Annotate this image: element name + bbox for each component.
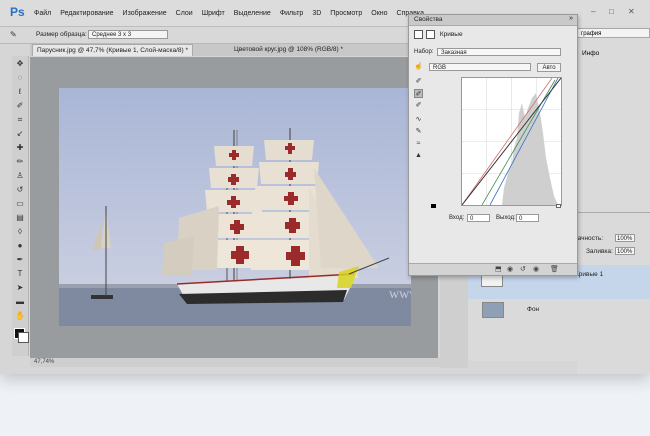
type-tool-icon[interactable]: T xyxy=(14,268,26,279)
curves-header: Кривые xyxy=(414,30,463,39)
input-field[interactable]: 0 xyxy=(467,214,490,222)
output-field[interactable]: 0 xyxy=(516,214,539,222)
fill-label: Заливка: xyxy=(586,248,613,255)
photoshop-window: Ps Файл Редактирование Изображение Слои … xyxy=(0,0,650,374)
hand-tool-icon[interactable]: ✋ xyxy=(14,310,26,321)
eyedropper-gray-icon[interactable]: ✐ xyxy=(414,101,423,110)
menu-filter[interactable]: Фильтр xyxy=(280,10,304,17)
crop-tool-icon[interactable]: ⌗ xyxy=(14,114,26,125)
menu-file[interactable]: Файл xyxy=(34,10,51,17)
background-color-swatch[interactable] xyxy=(18,332,29,343)
ship-photo[interactable]: www.photoshopsunduchok.ru xyxy=(59,88,411,326)
eyedropper-icon[interactable]: ✎ xyxy=(10,30,17,39)
trash-icon[interactable]: 🗑 xyxy=(550,265,559,273)
dodge-tool-icon[interactable]: ● xyxy=(14,240,26,251)
path-select-icon[interactable]: ➤ xyxy=(14,282,26,293)
close-icon[interactable]: ✕ xyxy=(628,8,635,16)
menu-image[interactable]: Изображение xyxy=(123,10,167,17)
close-icon[interactable]: » xyxy=(569,15,573,22)
preset-select[interactable]: Заказная xyxy=(437,48,561,56)
menu-view[interactable]: Просмотр xyxy=(330,10,362,17)
target-adjust-icon[interactable]: ☝ xyxy=(414,62,423,71)
mask-icon[interactable] xyxy=(426,30,435,39)
layer-name: Фон xyxy=(527,306,540,313)
shape-tool-icon[interactable]: ▬ xyxy=(14,296,26,307)
auto-button[interactable]: Авто xyxy=(537,63,561,72)
app-logo: Ps xyxy=(10,5,25,19)
visibility-icon[interactable]: ◉ xyxy=(533,265,539,273)
tab-sailboat[interactable]: Парусник.jpg @ 47,7% (Кривые 1, Слой-мас… xyxy=(32,44,194,56)
pencil-icon[interactable]: ✎ xyxy=(414,127,423,136)
channel-select[interactable]: RGB xyxy=(429,63,531,71)
menu-select[interactable]: Выделение xyxy=(234,10,271,17)
document-tabs: Парусник.jpg @ 47,7% (Кривые 1, Слой-мас… xyxy=(30,44,410,56)
properties-panel: Свойства » Кривые Набор: Заказная ☝ RGB … xyxy=(408,14,578,276)
properties-titlebar[interactable]: Свойства » xyxy=(409,15,577,26)
clip-to-layer-icon[interactable]: ⬒ xyxy=(495,265,502,273)
curves-graph[interactable] xyxy=(461,77,562,206)
watermark-text: www.photoshopsunduchok.ru xyxy=(389,287,411,302)
input-label: Вход: xyxy=(449,215,465,221)
smooth-icon[interactable]: ≈ xyxy=(414,139,423,148)
white-point-slider[interactable] xyxy=(556,204,561,208)
sample-point-icon[interactable]: ✐ xyxy=(414,77,423,86)
brush-tool-icon[interactable]: ✏ xyxy=(14,156,26,167)
eyedropper-tool-icon[interactable]: ↙ xyxy=(14,128,26,139)
pen-tool-icon[interactable]: ✒ xyxy=(14,254,26,265)
quick-select-icon[interactable]: ✐ xyxy=(14,100,26,111)
history-brush-icon[interactable]: ↺ xyxy=(14,184,26,195)
properties-title: Свойства xyxy=(414,16,443,23)
curves-icon xyxy=(414,30,423,39)
black-point-slider[interactable] xyxy=(431,204,436,208)
blur-tool-icon[interactable]: ◊ xyxy=(14,226,26,237)
menu-3d[interactable]: 3D xyxy=(312,10,321,17)
output-label: Выход: xyxy=(496,215,516,221)
sample-size-select[interactable]: Среднее 3 х 3 xyxy=(88,30,168,39)
background-layer-thumb xyxy=(482,302,504,318)
healing-tool-icon[interactable]: ✚ xyxy=(14,142,26,153)
move-tool-icon[interactable]: ✥ xyxy=(14,58,26,69)
zoom-level: 47,74% xyxy=(34,359,55,365)
layer-row-background[interactable]: Фон xyxy=(468,301,650,321)
sample-size-label: Размер образца: xyxy=(36,31,87,38)
layer-name: Кривые 1 xyxy=(575,271,604,278)
status-bar: 47,74% xyxy=(30,358,440,367)
marquee-tool-icon[interactable]: ◌ xyxy=(14,72,26,83)
stamp-tool-icon[interactable]: ♙ xyxy=(14,170,26,181)
fill-field[interactable]: 100% xyxy=(615,247,635,255)
tab-info[interactable]: Инфо xyxy=(582,50,599,57)
tools-panel: ✥ ◌ ℓ ✐ ⌗ ↙ ✚ ✏ ♙ ↺ ▭ ▤ ◊ ● ✒ T ➤ ▬ ✋ xyxy=(12,56,29,356)
curve-edit-icon[interactable]: ∿ xyxy=(414,115,423,124)
minimize-icon[interactable]: – xyxy=(591,8,598,16)
clipping-warning-icon[interactable]: ▲ xyxy=(414,151,423,160)
eraser-tool-icon[interactable]: ▭ xyxy=(14,198,26,209)
menu-edit[interactable]: Редактирование xyxy=(60,10,113,17)
view-previous-icon[interactable]: ◉ xyxy=(507,265,513,273)
menu-type[interactable]: Шрифт xyxy=(202,10,225,17)
opacity-field[interactable]: 100% xyxy=(615,234,635,242)
properties-footer: ⬒ ◉ ↺ ◉ 🗑 xyxy=(409,263,577,275)
lasso-tool-icon[interactable]: ℓ xyxy=(14,86,26,97)
workspace-field[interactable]: графия xyxy=(577,28,650,38)
restore-icon[interactable]: □ xyxy=(609,8,616,16)
preset-label: Набор: xyxy=(414,49,434,55)
gradient-tool-icon[interactable]: ▤ xyxy=(14,212,26,223)
menu-layers[interactable]: Слои xyxy=(176,10,193,17)
tab-color-wheel[interactable]: Цветовой круг.jpg @ 108% (RGB/8) * xyxy=(230,44,347,56)
eyedropper-black-icon[interactable]: ✐ xyxy=(414,89,423,98)
reset-icon[interactable]: ↺ xyxy=(520,265,526,273)
menu-window[interactable]: Окно xyxy=(371,10,387,17)
panel-name: Кривые xyxy=(439,31,463,39)
main-menu: Файл Редактирование Изображение Слои Шри… xyxy=(34,0,433,26)
